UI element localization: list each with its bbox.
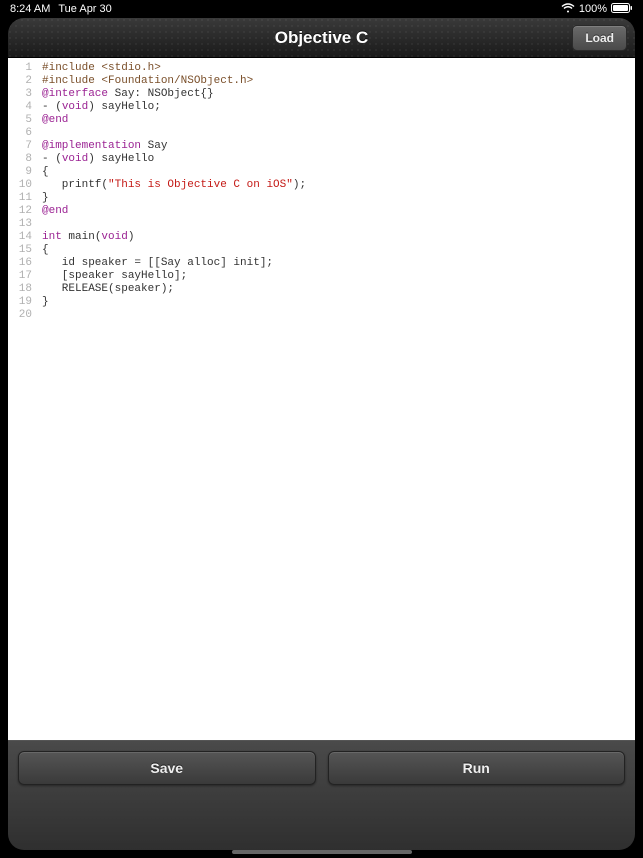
line-number: 19 [8, 296, 32, 309]
code-line[interactable]: @implementation Say [42, 140, 635, 153]
status-right: 100% [561, 3, 633, 16]
line-number: 20 [8, 309, 32, 322]
line-number: 12 [8, 205, 32, 218]
footer-toolbar: Save Run [8, 740, 635, 850]
header-bar: Objective C Load [8, 18, 635, 58]
code-line[interactable]: - (void) sayHello; [42, 101, 635, 114]
code-line[interactable] [42, 218, 635, 231]
wifi-icon [561, 3, 575, 16]
line-number: 14 [8, 231, 32, 244]
save-button[interactable]: Save [18, 751, 316, 785]
code-editor[interactable]: 1234567891011121314151617181920 #include… [8, 58, 635, 740]
code-line[interactable]: int main(void) [42, 231, 635, 244]
status-time: 8:24 AM [10, 3, 50, 15]
code-line[interactable]: } [42, 296, 635, 309]
code-line[interactable] [42, 309, 635, 322]
code-line[interactable]: - (void) sayHello [42, 153, 635, 166]
line-number: 13 [8, 218, 32, 231]
code-line[interactable]: [speaker sayHello]; [42, 270, 635, 283]
line-number: 16 [8, 257, 32, 270]
code-line[interactable]: { [42, 244, 635, 257]
line-number: 9 [8, 166, 32, 179]
line-number: 5 [8, 114, 32, 127]
line-number: 18 [8, 283, 32, 296]
home-indicator [232, 850, 412, 854]
code-line[interactable]: #include <stdio.h> [42, 62, 635, 75]
line-number: 11 [8, 192, 32, 205]
code-line[interactable]: printf("This is Objective C on iOS"); [42, 179, 635, 192]
code-line[interactable]: @end [42, 205, 635, 218]
line-number: 7 [8, 140, 32, 153]
line-number: 10 [8, 179, 32, 192]
code-line[interactable]: @end [42, 114, 635, 127]
line-number: 2 [8, 75, 32, 88]
line-number-gutter: 1234567891011121314151617181920 [8, 58, 38, 740]
code-line[interactable] [42, 127, 635, 140]
code-line[interactable]: id speaker = [[Say alloc] init]; [42, 257, 635, 270]
status-left: 8:24 AM Tue Apr 30 [10, 3, 112, 15]
line-number: 3 [8, 88, 32, 101]
line-number: 1 [8, 62, 32, 75]
code-line[interactable]: #include <Foundation/NSObject.h> [42, 75, 635, 88]
code-line[interactable]: } [42, 192, 635, 205]
status-battery-percent: 100% [579, 3, 607, 15]
line-number: 15 [8, 244, 32, 257]
run-button[interactable]: Run [328, 751, 626, 785]
code-line[interactable]: { [42, 166, 635, 179]
load-button[interactable]: Load [572, 25, 627, 51]
status-date: Tue Apr 30 [58, 3, 111, 15]
app-frame: Objective C Load 12345678910111213141516… [8, 18, 635, 850]
page-title: Objective C [275, 28, 369, 48]
code-line[interactable]: RELEASE(speaker); [42, 283, 635, 296]
battery-icon [611, 3, 633, 16]
code-line[interactable]: @interface Say: NSObject{} [42, 88, 635, 101]
code-content[interactable]: #include <stdio.h>#include <Foundation/N… [38, 58, 635, 740]
line-number: 4 [8, 101, 32, 114]
line-number: 6 [8, 127, 32, 140]
line-number: 8 [8, 153, 32, 166]
status-bar: 8:24 AM Tue Apr 30 100% [0, 0, 643, 18]
line-number: 17 [8, 270, 32, 283]
